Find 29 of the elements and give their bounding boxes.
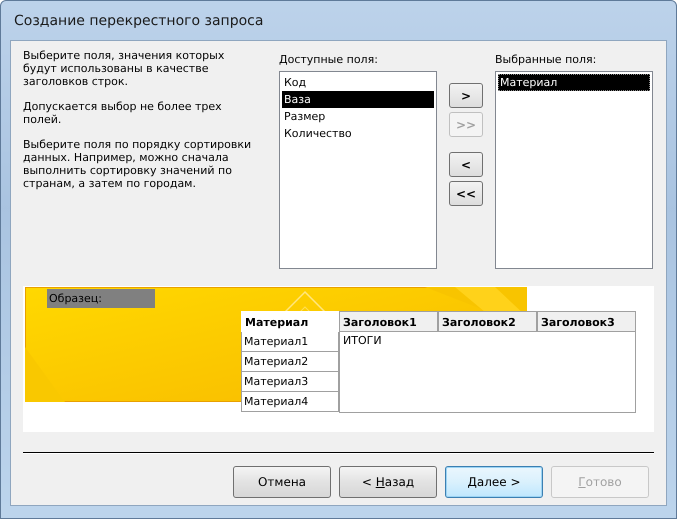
move-button[interactable]: <<	[449, 181, 483, 206]
table-cell: Материал4	[241, 392, 339, 412]
table-cell: Материал2	[241, 352, 339, 372]
table-cell: Материал3	[241, 372, 339, 392]
list-label: Выбранные поля:	[495, 52, 598, 68]
dialog-button[interactable]: Далее >	[445, 466, 543, 498]
list-item[interactable]: Размер	[282, 108, 434, 125]
move-button[interactable]: >	[449, 83, 483, 108]
list-item[interactable]: Материал	[498, 74, 650, 91]
column-header: Заголовок1	[339, 311, 438, 332]
selected-fields-list[interactable]: Материал	[495, 71, 653, 269]
column-header: Материал	[241, 311, 339, 332]
instruction-text: Допускается выбор не более трех полей.	[23, 100, 223, 126]
list-item[interactable]: Ваза	[282, 91, 434, 108]
table-cell: Материал1	[241, 332, 339, 352]
instruction-text: Выберите поля по порядку сортировки данных. Например, можно сначала выполнить сортировку значений по странам, а затем по городам.	[23, 138, 252, 190]
move-button[interactable]: <	[449, 152, 483, 177]
instruction-text: Выберите поля, значения которых будут использованы в качестве заголовков строк.	[23, 49, 226, 88]
table-cell: ИТОГИ	[343, 334, 382, 347]
list-item[interactable]: Количество	[282, 125, 434, 142]
list-label: Доступные поля:	[279, 52, 379, 68]
column-header: Заголовок2	[438, 311, 537, 332]
list-item[interactable]: Код	[282, 74, 434, 91]
available-fields-list[interactable]: Код Ваза Размер Количество	[279, 71, 437, 269]
column-header: Заголовок3	[537, 311, 636, 332]
sample-label: Образец:	[47, 289, 155, 308]
dialog-button[interactable]: < Назад	[339, 466, 437, 498]
dialog-button[interactable]: Отмена	[233, 466, 331, 498]
window-title: Создание перекрестного запроса	[14, 12, 264, 28]
